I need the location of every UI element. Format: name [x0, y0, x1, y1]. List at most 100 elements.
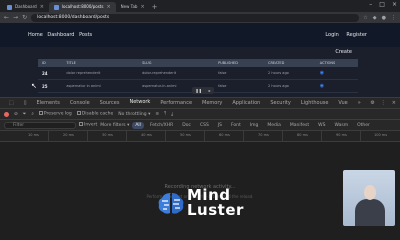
tab-memory[interactable]: Memory — [197, 98, 227, 109]
tab-lighthouse[interactable]: Lighthouse — [296, 98, 334, 109]
tab-performance[interactable]: Performance — [155, 98, 197, 109]
close-devtools-icon[interactable]: × — [392, 100, 396, 106]
tab-sources[interactable]: Sources — [95, 98, 125, 109]
view-icon[interactable]: ◉ — [320, 70, 324, 76]
menu-icon[interactable]: ⋮ — [391, 15, 396, 21]
filter-type-wasm[interactable]: Wasm — [331, 122, 351, 129]
nav-dashboard-link[interactable]: Dashboard — [47, 32, 74, 38]
filter-type-css[interactable]: CSS — [197, 122, 212, 129]
devtools-tab-bar: ⬚ ▯ Elements Console Sources Network Per… — [0, 97, 400, 109]
back-icon[interactable]: ← — [4, 14, 9, 21]
extensions-icon[interactable]: ◆ — [373, 15, 377, 21]
post-actions: ◉ — [315, 79, 358, 93]
network-conditions-icon[interactable]: ≋ — [155, 112, 159, 117]
checkbox-icon — [76, 111, 81, 116]
browser-tab[interactable]: New Tab × — [116, 2, 150, 12]
presenter-head — [364, 185, 376, 200]
profile-icon[interactable]: ● — [382, 15, 386, 21]
close-tab-icon[interactable]: × — [40, 2, 44, 12]
filter-type-fetch-xhr[interactable]: Fetch/XHR — [147, 122, 176, 129]
view-icon[interactable]: ◉ — [320, 83, 324, 89]
filter-type-ws[interactable]: WS — [315, 122, 328, 129]
tick-label: 30 ms — [102, 133, 113, 137]
throttling-value: No throttling — [118, 111, 147, 117]
minimize-icon[interactable]: – — [369, 0, 372, 10]
clear-icon[interactable]: ⊘ — [14, 112, 18, 117]
nav-home-link[interactable]: Home — [28, 32, 43, 38]
tick-label: 10 ms — [28, 133, 39, 137]
filter-icon[interactable]: ⏷ — [23, 111, 27, 117]
import-icon[interactable]: ⤒ — [164, 111, 166, 117]
tick-label: 20 ms — [63, 133, 74, 137]
site-nav-links: Home Dashboard Posts — [28, 32, 95, 38]
nav-posts-link[interactable]: Posts — [79, 32, 92, 38]
disable-cache-checkbox[interactable]: Disable cache — [76, 111, 113, 117]
filter-type-all[interactable]: All — [132, 121, 144, 129]
tick-label: 90 ms — [336, 133, 347, 137]
table-header-row: ID TITLE SLUG PUBLISHED CREATED ACTIONS — [38, 59, 358, 67]
invert-checkbox[interactable]: Invert — [79, 122, 97, 128]
filter-type-js[interactable]: JS — [215, 122, 225, 129]
address-bar[interactable]: localhost:8000/dashboard/posts — [31, 13, 360, 22]
filter-type-other[interactable]: Other — [354, 122, 373, 129]
post-created: 2 hours ago — [264, 79, 316, 93]
maximize-icon[interactable]: □ — [379, 0, 385, 10]
devtools-mini-toolbar: ❚❚ ▸ — [192, 87, 214, 94]
record-icon[interactable] — [4, 111, 9, 117]
create-post-button[interactable]: Create — [335, 49, 352, 55]
filter-input[interactable]: Filter — [4, 121, 76, 129]
more-filters-select[interactable]: More filters ▾ — [100, 123, 129, 128]
post-id: 25 — [38, 79, 63, 93]
search-icon[interactable]: ⌕ — [31, 111, 34, 117]
step-icon[interactable]: ▸ — [209, 88, 211, 93]
new-tab-icon[interactable]: + — [152, 2, 158, 12]
pause-icon[interactable]: ❚❚ — [195, 88, 202, 93]
forward-icon[interactable]: → — [13, 14, 18, 21]
tab-label: localhost:8000/posts — [61, 4, 104, 9]
mind-luster-logo: Mind Luster — [158, 188, 244, 218]
filter-type-font[interactable]: Font — [228, 122, 244, 129]
tab-vue[interactable]: Vue — [333, 98, 352, 109]
brain-icon — [158, 193, 184, 214]
tick-label: 80 ms — [297, 133, 308, 137]
device-toolbar-icon[interactable]: ▯ — [19, 98, 32, 109]
tab-application[interactable]: Application — [227, 98, 265, 109]
column-header: CREATED — [264, 59, 316, 67]
filter-type-manifest[interactable]: Manifest — [287, 122, 312, 129]
close-window-icon[interactable]: × — [392, 0, 397, 10]
post-created: 2 hours ago — [264, 67, 316, 80]
register-link[interactable]: Register — [346, 32, 367, 38]
presenter-body — [355, 199, 385, 226]
filter-type-doc[interactable]: Doc — [179, 122, 194, 129]
logo-line2: Luster — [187, 201, 244, 219]
filter-type-media[interactable]: Media — [264, 122, 284, 129]
network-overview-timeline[interactable]: 10 ms 20 ms 30 ms 40 ms 50 ms 60 ms 70 m… — [0, 130, 400, 143]
tick-label: 40 ms — [141, 133, 152, 137]
browser-tab[interactable]: Dashboard × — [2, 2, 49, 12]
throttling-select[interactable]: No throttling ▾ — [118, 112, 150, 117]
login-link[interactable]: Login — [325, 32, 339, 38]
more-tabs-icon[interactable]: » — [353, 98, 366, 109]
inspect-icon[interactable]: ⬚ — [4, 98, 19, 109]
reload-icon[interactable]: ↻ — [22, 14, 27, 21]
tick-label: 70 ms — [258, 133, 269, 137]
post-slug: dolor-reprehenderit — [138, 67, 215, 80]
close-tab-icon[interactable]: × — [106, 2, 110, 12]
browser-toolbar: ← → ↻ localhost:8000/dashboard/posts ☆ ◆… — [0, 12, 400, 23]
settings-icon[interactable]: ⚙ — [370, 100, 374, 106]
filter-type-img[interactable]: Img — [247, 122, 262, 129]
close-tab-icon[interactable]: × — [140, 2, 144, 12]
preserve-log-checkbox[interactable]: Preserve log — [38, 111, 72, 117]
favicon-icon — [7, 4, 12, 10]
mouse-cursor-icon: ↖ — [31, 82, 37, 90]
post-title: aspernatur in animi — [62, 79, 139, 93]
preserve-log-label: Preserve log — [43, 111, 72, 117]
export-icon[interactable]: ⤓ — [171, 111, 173, 117]
toolbar-actions: ☆ ◆ ● ⋮ — [363, 15, 396, 21]
browser-tab-active[interactable]: localhost:8000/posts × — [48, 2, 116, 12]
tab-elements[interactable]: Elements — [32, 98, 65, 109]
more-options-icon[interactable]: ⋮ — [381, 100, 386, 106]
tab-security[interactable]: Security — [265, 98, 296, 109]
tab-console[interactable]: Console — [65, 98, 95, 109]
star-icon[interactable]: ☆ — [363, 15, 367, 21]
